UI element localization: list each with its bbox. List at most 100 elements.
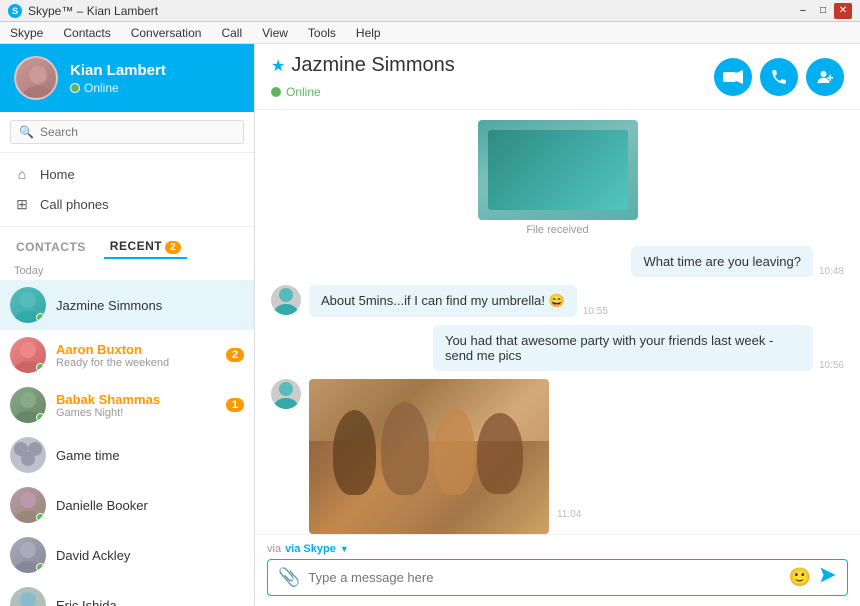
contact-name: David Ackley (56, 548, 244, 563)
message-bubble: About 5mins...if I can find my umbrella!… (309, 285, 577, 317)
tabs-area: CONTACTS RECENT2 (0, 227, 254, 259)
maximize-button[interactable]: □ (814, 3, 832, 19)
contact-item[interactable]: Game time (0, 430, 254, 480)
message-input-row: 📎 🙂 (267, 559, 848, 596)
send-button[interactable] (819, 566, 837, 589)
via-skype-link[interactable]: via Skype (285, 543, 336, 555)
contact-name: Jazmine Simmons (56, 298, 244, 313)
status-dot (36, 313, 45, 322)
app-icon: S (8, 4, 22, 18)
menu-skype[interactable]: Skype (6, 24, 47, 42)
menubar: Skype Contacts Conversation Call View To… (0, 22, 860, 44)
status-dot (36, 513, 45, 522)
profile-area: Kian Lambert Online (0, 44, 254, 112)
chat-status-dot (271, 87, 281, 97)
chat-area: ★ Jazmine Simmons Online (255, 44, 860, 606)
chevron-down-icon: ▼ (340, 544, 349, 554)
call-button[interactable] (760, 58, 798, 96)
contact-item[interactable]: Jazmine Simmons (0, 280, 254, 330)
avatar (10, 287, 46, 323)
group-header: Today (0, 259, 254, 280)
avatar (10, 437, 46, 473)
chat-contact-name: Jazmine Simmons (291, 54, 454, 77)
contact-info: David Ackley (56, 548, 244, 563)
contact-name: Game time (56, 448, 244, 463)
avatar (14, 56, 58, 100)
nav-items: ⌂ Home ⊞ Call phones (0, 153, 254, 227)
nav-call-phones-label: Call phones (40, 197, 109, 212)
message-time: 10:48 (819, 266, 844, 277)
menu-call[interactable]: Call (217, 24, 246, 42)
video-call-button[interactable] (714, 58, 752, 96)
contact-name: Eric Ishida (56, 598, 244, 606)
file-received-block: File received (271, 120, 844, 236)
home-icon: ⌂ (14, 166, 30, 182)
chat-actions (714, 58, 844, 96)
close-button[interactable]: ✕ (834, 3, 852, 19)
emoji-button[interactable]: 🙂 (789, 567, 811, 588)
contact-info: Danielle Booker (56, 498, 244, 513)
avatar (271, 379, 301, 409)
status-dot (36, 363, 45, 372)
status-dot (36, 563, 45, 572)
menu-tools[interactable]: Tools (304, 24, 340, 42)
contact-list: Today Jazmine Simmons Aaron Buxton (0, 259, 254, 606)
attach-button[interactable]: 📎 (278, 567, 300, 588)
menu-view[interactable]: View (258, 24, 292, 42)
avatar (10, 387, 46, 423)
tab-recent[interactable]: RECENT2 (104, 235, 187, 259)
contact-name: Danielle Booker (56, 498, 244, 513)
search-icon: 🔍 (19, 125, 34, 139)
contact-item[interactable]: David Ackley (0, 530, 254, 580)
status-dot-online (70, 83, 80, 93)
contact-info: Aaron Buxton Ready for the weekend (56, 342, 216, 369)
message-time: 11:04 (557, 509, 581, 520)
avatar (10, 337, 46, 373)
minimize-button[interactable]: – (794, 3, 812, 19)
messages-area[interactable]: File received What time are you leaving?… (255, 110, 860, 534)
profile-info: Kian Lambert Online (70, 62, 166, 95)
status-dot (36, 413, 45, 422)
search-input[interactable] (40, 125, 235, 139)
menu-conversation[interactable]: Conversation (127, 24, 206, 42)
tab-contacts[interactable]: CONTACTS (10, 236, 92, 258)
contact-item[interactable]: Danielle Booker (0, 480, 254, 530)
call-phones-icon: ⊞ (14, 196, 30, 213)
contact-subtitle: Games Night! (56, 407, 216, 419)
message-input[interactable] (308, 570, 780, 585)
avatar (10, 487, 46, 523)
contact-subtitle: Ready for the weekend (56, 357, 216, 369)
message-time: 10:56 (819, 360, 844, 371)
contact-info: Game time (56, 448, 244, 463)
profile-status: Online (84, 81, 119, 95)
menu-help[interactable]: Help (352, 24, 385, 42)
file-received-label: File received (271, 224, 844, 236)
contact-info: Babak Shammas Games Night! (56, 392, 216, 419)
message-bubble: What time are you leaving? (631, 246, 813, 277)
avatar (10, 537, 46, 573)
window-controls: – □ ✕ (794, 3, 852, 19)
contact-info: Eric Ishida (56, 598, 244, 606)
contact-item[interactable]: Aaron Buxton Ready for the weekend 2 (0, 330, 254, 380)
chat-header: ★ Jazmine Simmons Online (255, 44, 860, 110)
nav-home[interactable]: ⌂ Home (0, 159, 254, 189)
contact-badge: 1 (226, 398, 244, 412)
titlebar: S Skype™ – Kian Lambert – □ ✕ (0, 0, 860, 22)
window-title: Skype™ – Kian Lambert (28, 4, 158, 18)
nav-call-phones[interactable]: ⊞ Call phones (0, 189, 254, 220)
menu-contacts[interactable]: Contacts (59, 24, 114, 42)
contact-name: Babak Shammas (56, 392, 216, 407)
contact-info: Jazmine Simmons (56, 298, 244, 313)
avatar (10, 587, 46, 606)
star-icon: ★ (271, 56, 285, 76)
add-contact-button[interactable] (806, 58, 844, 96)
nav-home-label: Home (40, 167, 75, 182)
contact-name: Aaron Buxton (56, 342, 216, 357)
profile-name: Kian Lambert (70, 62, 166, 79)
contact-item[interactable]: Babak Shammas Games Night! 1 (0, 380, 254, 430)
message-time: 10:55 (583, 306, 608, 317)
contact-badge: 2 (226, 348, 244, 362)
contact-item[interactable]: Eric Ishida (0, 580, 254, 606)
sidebar: Kian Lambert Online 🔍 ⌂ Home ⊞ Call p (0, 44, 255, 606)
message-bubble: You had that awesome party with your fri… (433, 325, 813, 371)
